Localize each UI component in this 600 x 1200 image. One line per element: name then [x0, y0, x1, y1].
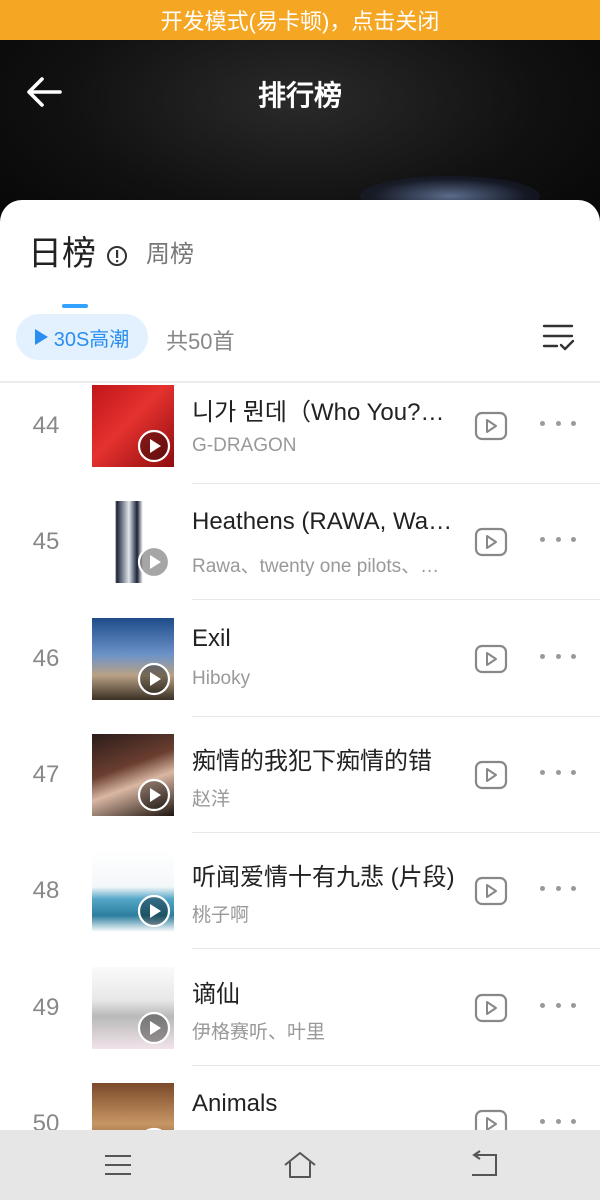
song-title: Heathens (RAWA, Wa… — [192, 508, 453, 535]
tab-active-indicator — [62, 304, 88, 308]
menu-icon[interactable] — [100, 1147, 136, 1183]
song-title: Exil — [192, 625, 231, 652]
system-nav-bar — [0, 1130, 600, 1200]
dev-mode-banner[interactable]: 开发模式(易卡顿)，点击关闭 — [0, 0, 600, 40]
song-row[interactable]: 50 Animals — [0, 1066, 600, 1130]
song-artist: 赵洋 — [192, 789, 231, 810]
album-cover[interactable] — [92, 1083, 174, 1130]
dev-mode-banner-text: 开发模式(易卡顿)，点击关闭 — [160, 9, 440, 34]
more-options-icon[interactable] — [540, 1119, 576, 1129]
song-row[interactable]: 45 Heathens (RAWA, Wa… Rawa、twenty one p… — [0, 484, 600, 600]
song-rank: 48 — [32, 877, 60, 904]
song-title: 니가 뭔데（Who You?… — [192, 399, 445, 426]
song-title: Animals — [192, 1090, 278, 1117]
mv-play-icon[interactable] — [474, 411, 508, 441]
song-row[interactable]: 46 Exil Hiboky — [0, 601, 600, 717]
more-options-icon[interactable] — [540, 421, 576, 431]
play-circle-icon — [137, 778, 171, 812]
page-title: 排行榜 — [257, 80, 342, 111]
mv-play-icon[interactable] — [474, 527, 508, 557]
album-cover[interactable] — [92, 734, 174, 816]
play-circle-icon — [137, 662, 171, 696]
song-rank: 45 — [32, 528, 60, 555]
mv-play-icon[interactable] — [474, 876, 508, 906]
more-options-icon[interactable] — [540, 654, 576, 664]
mv-play-icon[interactable] — [474, 1109, 508, 1130]
song-count: 共50首 — [166, 329, 235, 354]
album-cover[interactable] — [92, 967, 174, 1049]
song-title: 谪仙 — [192, 981, 240, 1008]
row-separator — [192, 948, 600, 949]
album-cover[interactable] — [92, 618, 174, 700]
song-rank: 47 — [32, 761, 60, 788]
song-row[interactable]: 49 谪仙 伊格赛听、叶里 — [0, 950, 600, 1066]
song-rank: 50 — [32, 1110, 60, 1130]
album-cover[interactable] — [92, 850, 174, 932]
album-cover[interactable] — [92, 385, 174, 467]
song-artist: Rawa、twenty one pilots、… — [192, 556, 440, 577]
tab-weekly[interactable]: 周榜 — [146, 234, 194, 269]
info-icon[interactable] — [106, 245, 128, 267]
play-highlights-button[interactable]: 30S高潮 — [16, 314, 148, 360]
play-circle-icon — [137, 429, 171, 463]
song-rank: 49 — [32, 994, 60, 1021]
more-options-icon[interactable] — [540, 770, 576, 780]
tab-daily-label: 日榜 — [28, 235, 96, 273]
song-artist: 桃子啊 — [192, 905, 250, 926]
mv-play-icon[interactable] — [474, 644, 508, 674]
tab-daily[interactable]: 日榜 — [28, 226, 96, 308]
song-list: 44 니가 뭔데（Who You?… G-DRAGON 45 Heathens … — [0, 383, 600, 1130]
song-artist: G-DRAGON — [192, 435, 297, 456]
system-back-icon[interactable] — [466, 1147, 502, 1183]
song-rank: 46 — [32, 645, 60, 672]
song-title: 听闻爱情十有九悲 (片段) — [192, 864, 455, 891]
more-options-icon[interactable] — [540, 537, 576, 547]
song-rank: 44 — [32, 412, 60, 439]
song-title: 痴情的我犯下痴情的错 — [192, 748, 432, 775]
song-row[interactable]: 47 痴情的我犯下痴情的错 赵洋 — [0, 717, 600, 833]
tab-bar: 日榜 周榜 — [28, 226, 194, 308]
song-row[interactable]: 44 니가 뭔데（Who You?… G-DRAGON — [0, 383, 600, 484]
song-artist: Hiboky — [192, 668, 251, 689]
album-cover[interactable] — [92, 501, 174, 583]
ranking-sheet: 日榜 周榜 30S高潮 共50首 44 니가 뭔데（Who You?… G-DR… — [0, 200, 600, 1130]
row-separator — [192, 599, 600, 600]
play-circle-icon — [137, 545, 171, 579]
song-row[interactable]: 48 听闻爱情十有九悲 (片段) 桃子啊 — [0, 833, 600, 949]
song-artist: 伊格赛听、叶里 — [192, 1022, 326, 1043]
play-icon — [34, 329, 48, 345]
play-circle-icon — [137, 1011, 171, 1045]
list-toolbar: 30S高潮 共50首 — [16, 312, 584, 364]
mv-play-icon[interactable] — [474, 760, 508, 790]
mv-play-icon[interactable] — [474, 993, 508, 1023]
play-circle-icon — [137, 894, 171, 928]
home-icon[interactable] — [282, 1147, 318, 1183]
multi-select-list-icon[interactable] — [540, 318, 576, 354]
more-options-icon[interactable] — [540, 1003, 576, 1013]
play-highlights-label: 30S高潮 — [53, 328, 130, 351]
more-options-icon[interactable] — [540, 886, 576, 896]
